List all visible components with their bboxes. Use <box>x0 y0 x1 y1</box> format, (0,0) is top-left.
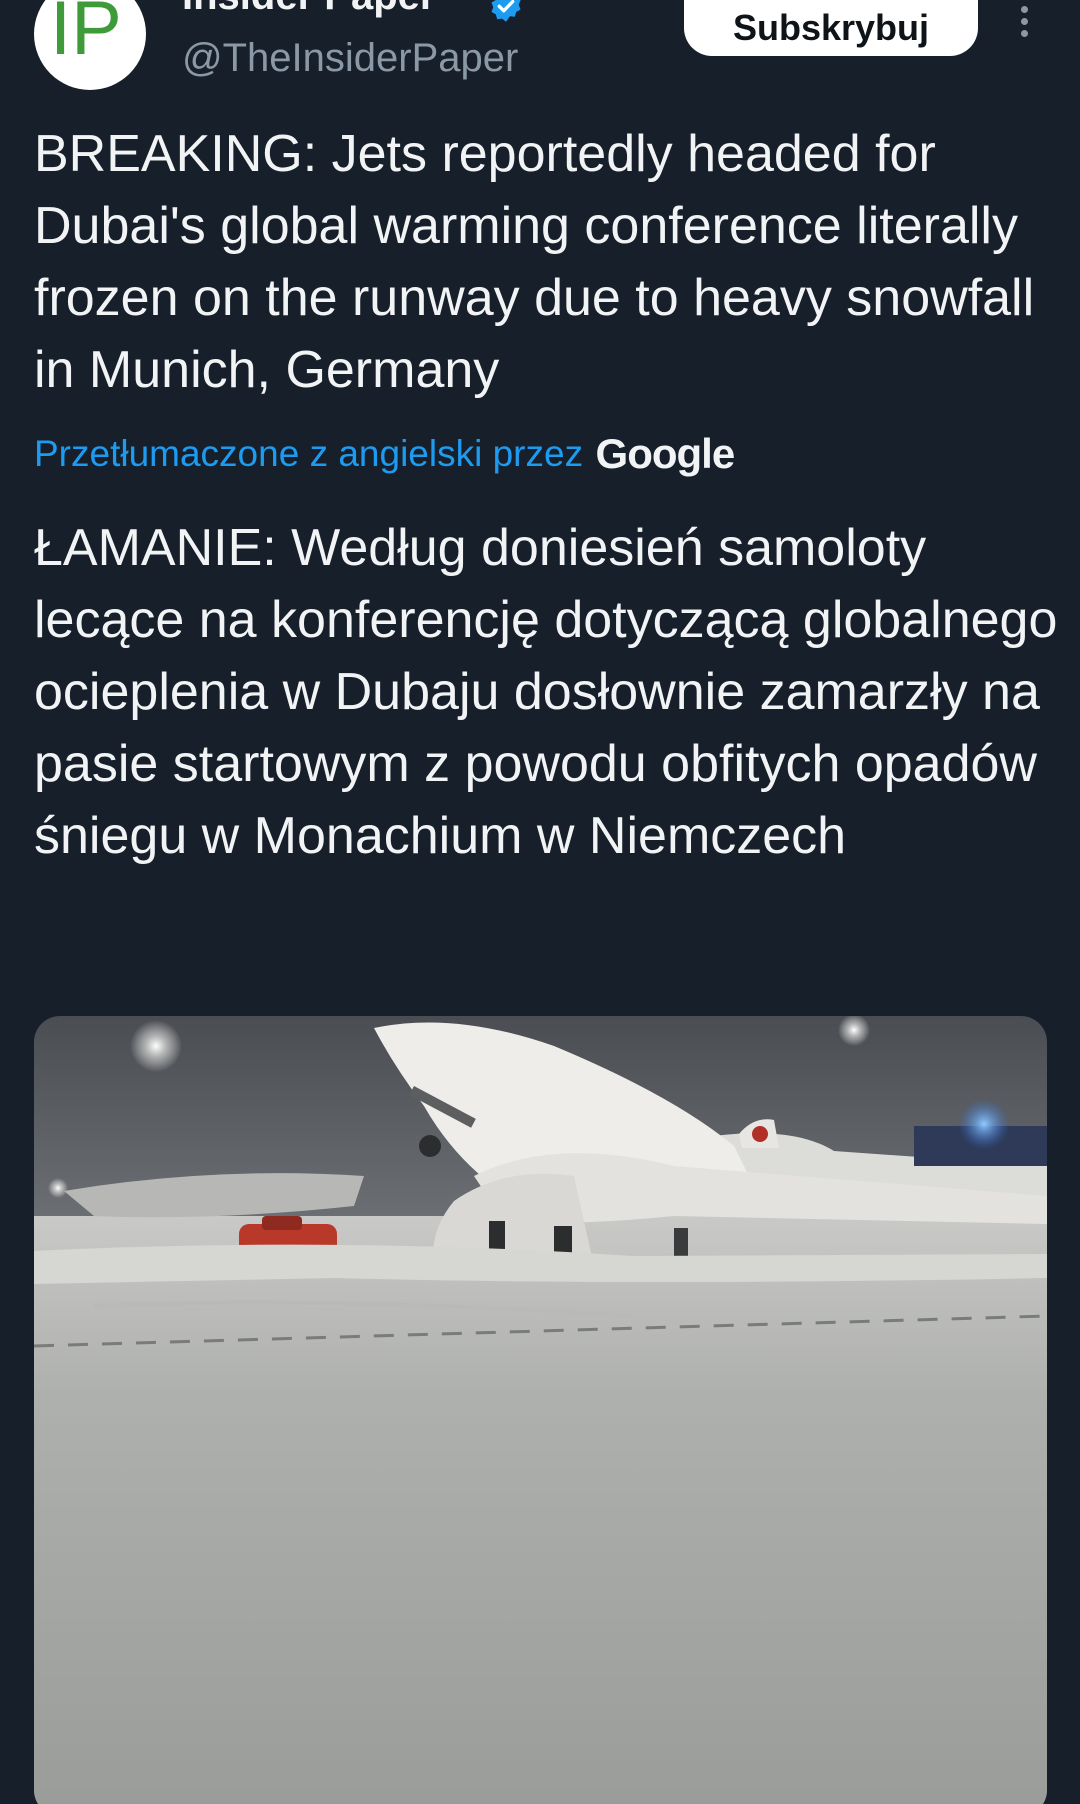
translated-tweet-text: ŁAMANIE: Według doniesień samoloty lecąc… <box>34 519 1058 865</box>
insider-paper-logo-icon: IP <box>50 0 122 60</box>
tweet-media-image[interactable] <box>34 1016 1047 1804</box>
subscribe-button[interactable]: Subskrybuj <box>684 0 978 56</box>
verified-badge-icon <box>491 0 521 22</box>
display-name[interactable]: Insider Paper <box>182 0 435 19</box>
snowy-runway-jets-photo <box>34 1016 1047 1804</box>
tweet-header: IP Insider Paper @TheInsiderPaper Subskr… <box>0 0 1080 110</box>
account-handle[interactable]: @TheInsiderPaper <box>182 36 518 81</box>
google-logo: Google <box>595 430 736 477</box>
more-vertical-icon[interactable] <box>1010 6 1038 46</box>
tweet-text: BREAKING: Jets reportedly headed for Dub… <box>34 125 1035 399</box>
translation-attribution: Przetłumaczone z angielski przez Google <box>34 430 736 490</box>
tweet-page: IP Insider Paper @TheInsiderPaper Subskr… <box>0 0 1080 1804</box>
avatar[interactable]: IP <box>34 0 146 90</box>
translation-label[interactable]: Przetłumaczone z angielski przez <box>34 433 583 474</box>
avatar-logo-text: IP <box>50 0 122 60</box>
